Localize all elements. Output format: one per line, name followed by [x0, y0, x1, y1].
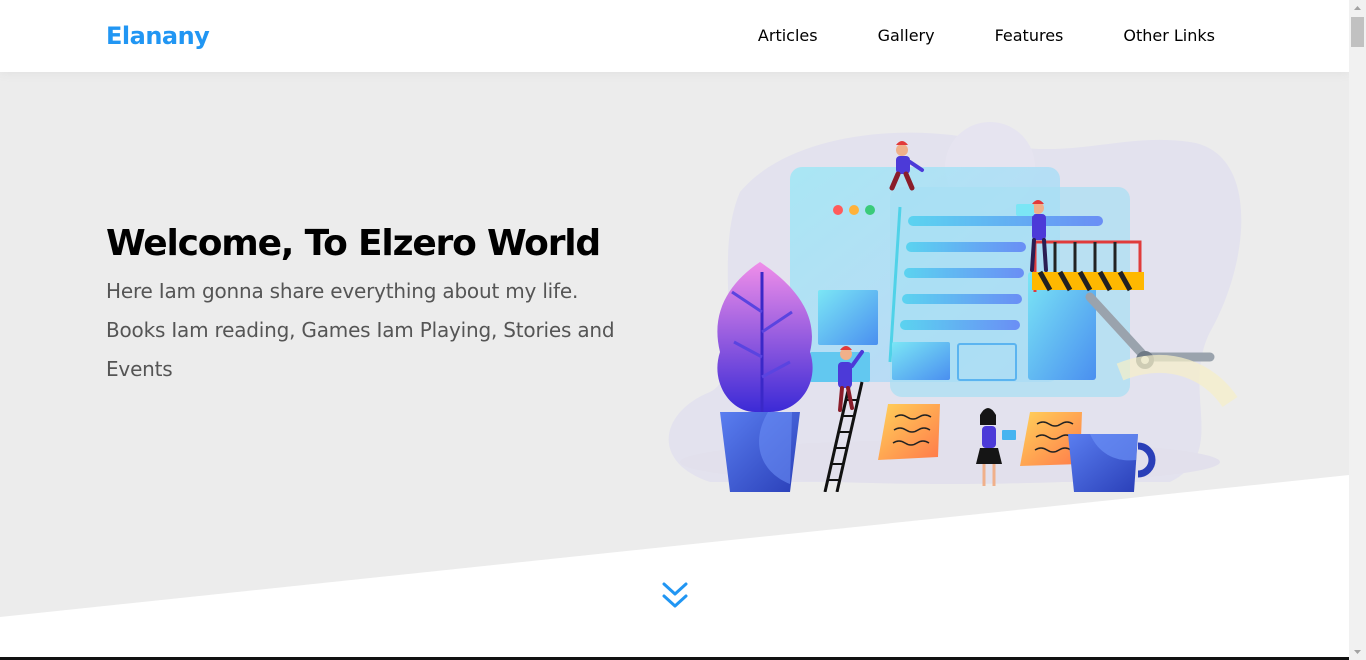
nav-link-gallery[interactable]: Gallery [848, 0, 965, 72]
nav-item-articles: Articles [728, 0, 848, 72]
nav-item-other-links: Other Links [1093, 0, 1215, 72]
nav-link-articles[interactable]: Articles [728, 0, 848, 72]
landing-illustration [668, 122, 1242, 492]
page: Elanany Articles Gallery Features Other … [0, 0, 1349, 657]
scroll-down-icon[interactable] [1349, 643, 1366, 660]
nav-link-other-links[interactable]: Other Links [1093, 0, 1215, 72]
scrollbar-thumb[interactable] [1351, 17, 1364, 47]
landing-title: Welcome, To Elzero World [106, 223, 601, 264]
nav-link-features[interactable]: Features [965, 0, 1094, 72]
nav-item-gallery: Gallery [848, 0, 965, 72]
site-header: Elanany Articles Gallery Features Other … [0, 0, 1349, 72]
logo-link[interactable]: Elanany [106, 22, 210, 50]
scroll-up-icon[interactable] [1349, 0, 1366, 17]
intro-text: Welcome, To Elzero World Here Iam gonna … [106, 222, 636, 389]
landing-section: Welcome, To Elzero World Here Iam gonna … [0, 72, 1349, 657]
main-nav: Articles Gallery Features Other Links [728, 0, 1215, 72]
landing-description: Here Iam gonna share everything about my… [106, 279, 615, 381]
vertical-scrollbar[interactable] [1349, 0, 1366, 660]
nav-item-features: Features [965, 0, 1094, 72]
chevrons-down-icon[interactable] [660, 580, 690, 612]
